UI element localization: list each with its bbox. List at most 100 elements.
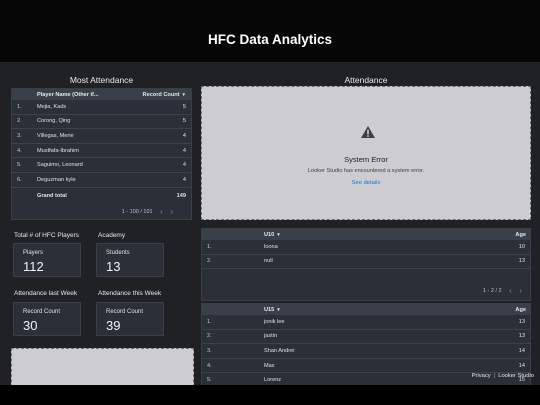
scorecard-value: 39 xyxy=(106,318,121,333)
report-canvas: Most Attendance Player Name (Other if...… xyxy=(0,62,540,385)
privacy-link[interactable]: Privacy xyxy=(472,373,491,379)
row-name: jonik lee xyxy=(264,318,285,325)
scorecard-value: 30 xyxy=(23,318,38,333)
chevron-left-icon[interactable]: ‹ xyxy=(160,207,163,216)
report-title: HFC Data Analytics xyxy=(207,32,333,47)
players-scorecard: Players 112 xyxy=(13,243,81,277)
table-pager: 1 - 100 / 101 ‹ › xyxy=(122,207,173,216)
row-name: Mejia, Kads xyxy=(37,103,67,110)
row-value: 13 xyxy=(518,333,525,340)
column-header-age[interactable]: Age xyxy=(515,307,526,313)
looker-studio-link[interactable]: Looker Studio xyxy=(498,373,534,379)
row-value: 4 xyxy=(182,162,186,169)
table-row[interactable]: 2. Corong, Qing 5 xyxy=(12,115,191,130)
row-value: 10 xyxy=(518,243,525,250)
row-index: 3. xyxy=(17,132,22,139)
u10-table: U10 ▼ Age 1. loona 10 2. null 13 1 - 2 / 2 ‹ › xyxy=(201,228,531,301)
table-row[interactable]: 2. null 13 xyxy=(202,255,530,270)
sort-desc-icon: ▼ xyxy=(276,306,281,312)
scorecard-label: Students xyxy=(106,250,130,256)
attendance-title: Attendance xyxy=(344,75,388,85)
table-row[interactable]: 5. Saguimo, Leonard 4 xyxy=(12,158,191,173)
system-error-panel: System Error Looker Studio has encounter… xyxy=(201,86,531,220)
row-index: 5. xyxy=(17,162,22,169)
row-name: Corong, Qing xyxy=(37,118,71,125)
row-value: 13 xyxy=(518,258,525,265)
row-index: 5. xyxy=(207,377,212,384)
table-row[interactable]: 1. Mejia, Kads 5 xyxy=(12,100,191,115)
sort-desc-icon: ▼ xyxy=(276,231,281,237)
row-index: 2. xyxy=(207,258,212,265)
attendance-last-week-label: Attendance last Week xyxy=(14,290,78,297)
row-index: 6. xyxy=(17,176,22,183)
row-value: 5 xyxy=(182,118,186,125)
row-value: 14 xyxy=(518,362,525,369)
column-header-player-name[interactable]: Player Name (Other if... xyxy=(37,92,99,98)
chevron-right-icon[interactable]: › xyxy=(170,207,173,216)
table-header: Player Name (Other if... Record Count ▼ xyxy=(12,89,191,100)
table-row[interactable]: 1. jonik lee 13 xyxy=(202,315,530,330)
row-index: 2. xyxy=(207,333,212,340)
table-row[interactable]: 2. jastin 13 xyxy=(202,330,530,345)
warning-icon xyxy=(361,126,375,138)
row-index: 1. xyxy=(17,103,22,110)
this-week-scorecard: Record Count 39 xyxy=(96,302,164,336)
row-index: 1. xyxy=(207,318,212,325)
chevron-right-icon[interactable]: › xyxy=(519,286,522,295)
report-header: HFC Data Analytics xyxy=(0,0,540,62)
row-name: jastin xyxy=(264,333,278,340)
row-name: Shan Andrei xyxy=(264,347,295,354)
row-name: Lorenz xyxy=(264,377,282,384)
column-header-u15[interactable]: U15 ▼ xyxy=(264,307,281,313)
scorecard-value: 13 xyxy=(106,259,121,274)
column-header-u10[interactable]: U10 ▼ xyxy=(264,232,281,238)
table-row[interactable]: 6. Deguzman kyle 4 xyxy=(12,173,191,188)
row-index: 3. xyxy=(207,347,212,354)
row-value: 14 xyxy=(518,347,525,354)
table-row[interactable]: 1. loona 10 xyxy=(202,240,530,255)
row-value: 4 xyxy=(182,147,186,154)
see-details-link[interactable]: See details xyxy=(202,180,530,186)
row-index: 1. xyxy=(207,243,212,250)
table-row[interactable]: 4. Mustfafa-Ibrahim 4 xyxy=(12,144,191,159)
last-week-scorecard: Record Count 30 xyxy=(13,302,81,336)
column-header-age[interactable]: Age xyxy=(515,232,526,238)
placeholder-chart-panel xyxy=(11,348,194,385)
attendance-this-week-label: Attendance this Week xyxy=(98,290,162,297)
row-name: null xyxy=(264,258,273,265)
table-row[interactable]: 3. Villegas, Merie 4 xyxy=(12,129,191,144)
scorecard-label: Players xyxy=(23,250,44,256)
grand-total-value: 149 xyxy=(176,193,186,200)
row-index: 4. xyxy=(17,147,22,154)
total-players-label: Total # of HFC Players xyxy=(14,232,80,239)
row-value: 5 xyxy=(182,103,186,110)
row-name: loona xyxy=(264,243,278,250)
academy-label: Academy xyxy=(98,232,126,239)
scorecard-label: Record Count xyxy=(106,309,144,315)
row-name: Mustfafa-Ibrahim xyxy=(37,147,79,154)
row-value: 4 xyxy=(182,132,186,139)
row-name: Saguimo, Leonard xyxy=(37,162,83,169)
row-index: 4. xyxy=(207,362,212,369)
students-scorecard: Students 13 xyxy=(96,243,164,277)
scorecard-label: Record Count xyxy=(23,309,61,315)
row-value: 4 xyxy=(182,176,186,183)
error-title: System Error xyxy=(344,155,388,164)
error-message: Looker Studio has encountered a system e… xyxy=(307,168,425,174)
table-header: U15 ▼ Age xyxy=(202,304,530,315)
most-attendance-title: Most Attendance xyxy=(69,75,134,85)
most-attendance-table: Player Name (Other if... Record Count ▼ 1… xyxy=(11,88,192,220)
column-header-record-count[interactable]: Record Count ▼ xyxy=(143,92,186,98)
table-header: U10 ▼ Age xyxy=(202,229,530,240)
table-row[interactable]: 3. Shan Andrei 14 xyxy=(202,344,530,359)
table-row[interactable]: 4. Max 14 xyxy=(202,359,530,374)
row-name: Villegas, Merie xyxy=(37,132,74,139)
chevron-left-icon[interactable]: ‹ xyxy=(509,286,512,295)
pager-range: 1 - 2 / 2 xyxy=(482,287,502,294)
table-pager: 1 - 2 / 2 ‹ › xyxy=(483,286,522,295)
row-name: Max xyxy=(264,362,275,369)
grand-total-label: Grand total xyxy=(37,193,67,200)
footer-links: Privacy | Looker Studio xyxy=(471,373,534,379)
row-value: 13 xyxy=(518,318,525,325)
scorecard-value: 112 xyxy=(23,259,44,274)
